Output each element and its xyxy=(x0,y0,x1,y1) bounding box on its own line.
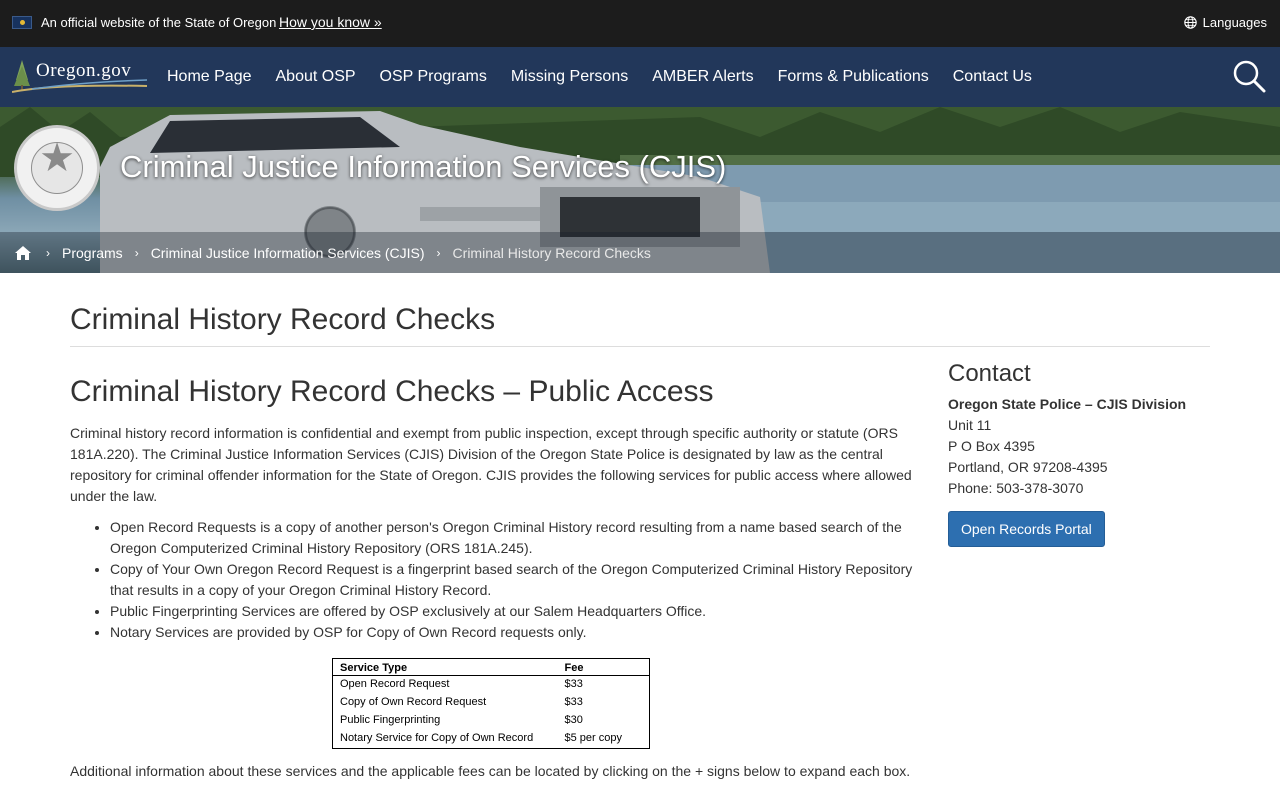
nav-missing-persons[interactable]: Missing Persons xyxy=(511,68,628,86)
contact-sidebar: Contact Oregon State Police – CJIS Divis… xyxy=(948,360,1210,547)
fee-table: Service Type Fee Open Record Request $33… xyxy=(332,658,650,749)
star-icon: ★ xyxy=(39,136,75,180)
contact-org-name: Oregon State Police – CJIS Division xyxy=(948,396,1187,412)
service-cell: Copy of Own Record Request xyxy=(340,696,487,708)
hero-title: Criminal Justice Information Services (C… xyxy=(120,149,727,184)
additional-info-text: Additional information about these servi… xyxy=(70,763,911,779)
list-item: Copy of Your Own Oregon Record Request i… xyxy=(110,559,915,601)
fee-cell: $30 xyxy=(564,714,583,726)
column-header-fee: Fee xyxy=(557,658,650,676)
section-title: Criminal History Record Checks – Public … xyxy=(70,375,714,408)
contact-po-box: P O Box 4395 xyxy=(948,438,1035,454)
table-row: Public Fingerprinting $30 xyxy=(333,712,650,730)
service-cell: Public Fingerprinting xyxy=(340,714,441,726)
languages-button[interactable]: Languages xyxy=(1183,15,1267,30)
services-list: Open Record Requests is a copy of anothe… xyxy=(70,517,915,643)
column-header-service: Service Type xyxy=(332,658,558,676)
title-divider xyxy=(70,346,1210,347)
intro-paragraph: Criminal history record information is c… xyxy=(70,425,912,504)
chevron-right-icon: › xyxy=(134,245,139,260)
home-icon[interactable] xyxy=(14,245,32,261)
breadcrumb: › Programs › Criminal Justice Informatio… xyxy=(0,232,1280,273)
chevron-right-icon: › xyxy=(46,245,50,260)
fee-cell: $33 xyxy=(564,678,583,690)
hero-banner: ★ Criminal Justice Information Services … xyxy=(0,107,1280,273)
contact-city: Portland, OR 97208-4395 xyxy=(948,459,1108,475)
table-header-row: Service Type Fee xyxy=(332,658,650,676)
logo-text: Oregon.gov xyxy=(36,60,132,81)
list-item: Open Record Requests is a copy of anothe… xyxy=(110,517,915,559)
how-you-know-link[interactable]: How you know » xyxy=(279,14,382,30)
nav-links: Home Page About OSP OSP Programs Missing… xyxy=(167,47,1056,107)
page-title: Criminal History Record Checks xyxy=(70,303,496,336)
chevron-right-icon: › xyxy=(436,245,441,260)
service-cell: Notary Service for Copy of Own Record xyxy=(340,732,534,744)
list-item: Public Fingerprinting Services are offer… xyxy=(110,601,915,622)
nav-home-page[interactable]: Home Page xyxy=(167,68,252,86)
nav-osp-programs[interactable]: OSP Programs xyxy=(380,68,487,86)
list-item: Notary Services are provided by OSP for … xyxy=(110,622,915,643)
open-records-portal-button[interactable]: Open Records Portal xyxy=(948,511,1105,547)
oregon-flag-icon xyxy=(12,16,32,29)
breadcrumb-cjis[interactable]: Criminal Justice Information Services (C… xyxy=(151,245,425,261)
globe-icon xyxy=(1183,16,1197,29)
oregon-gov-logo[interactable]: Oregon.gov xyxy=(12,56,147,96)
breadcrumb-programs[interactable]: Programs xyxy=(62,245,123,261)
contact-heading: Contact xyxy=(948,360,1031,387)
languages-label: Languages xyxy=(1202,15,1267,30)
contact-unit: Unit 11 xyxy=(948,417,992,433)
main-content: Criminal History Record Checks – Public … xyxy=(70,375,915,643)
nav-contact-us[interactable]: Contact Us xyxy=(953,68,1032,86)
official-banner: An official website of the State of Oreg… xyxy=(0,0,1280,47)
contact-phone: Phone: 503-378-3070 xyxy=(948,480,1084,496)
fee-cell: $5 per copy xyxy=(564,732,622,744)
nav-amber-alerts[interactable]: AMBER Alerts xyxy=(652,68,753,86)
service-cell: Open Record Request xyxy=(340,678,450,690)
table-row: Open Record Request $33 xyxy=(333,676,650,695)
table-row: Copy of Own Record Request $33 xyxy=(333,694,650,712)
nav-about-osp[interactable]: About OSP xyxy=(276,68,356,86)
main-navigation: Oregon.gov Home Page About OSP OSP Progr… xyxy=(0,47,1280,107)
breadcrumb-current: Criminal History Record Checks xyxy=(452,244,651,261)
nav-forms-publications[interactable]: Forms & Publications xyxy=(778,68,929,86)
table-row: Notary Service for Copy of Own Record $5… xyxy=(333,730,650,749)
official-site-text: An official website of the State of Oreg… xyxy=(41,15,277,30)
search-icon[interactable] xyxy=(1232,59,1266,93)
osp-badge-logo: ★ xyxy=(14,125,100,211)
fee-cell: $33 xyxy=(564,696,583,708)
